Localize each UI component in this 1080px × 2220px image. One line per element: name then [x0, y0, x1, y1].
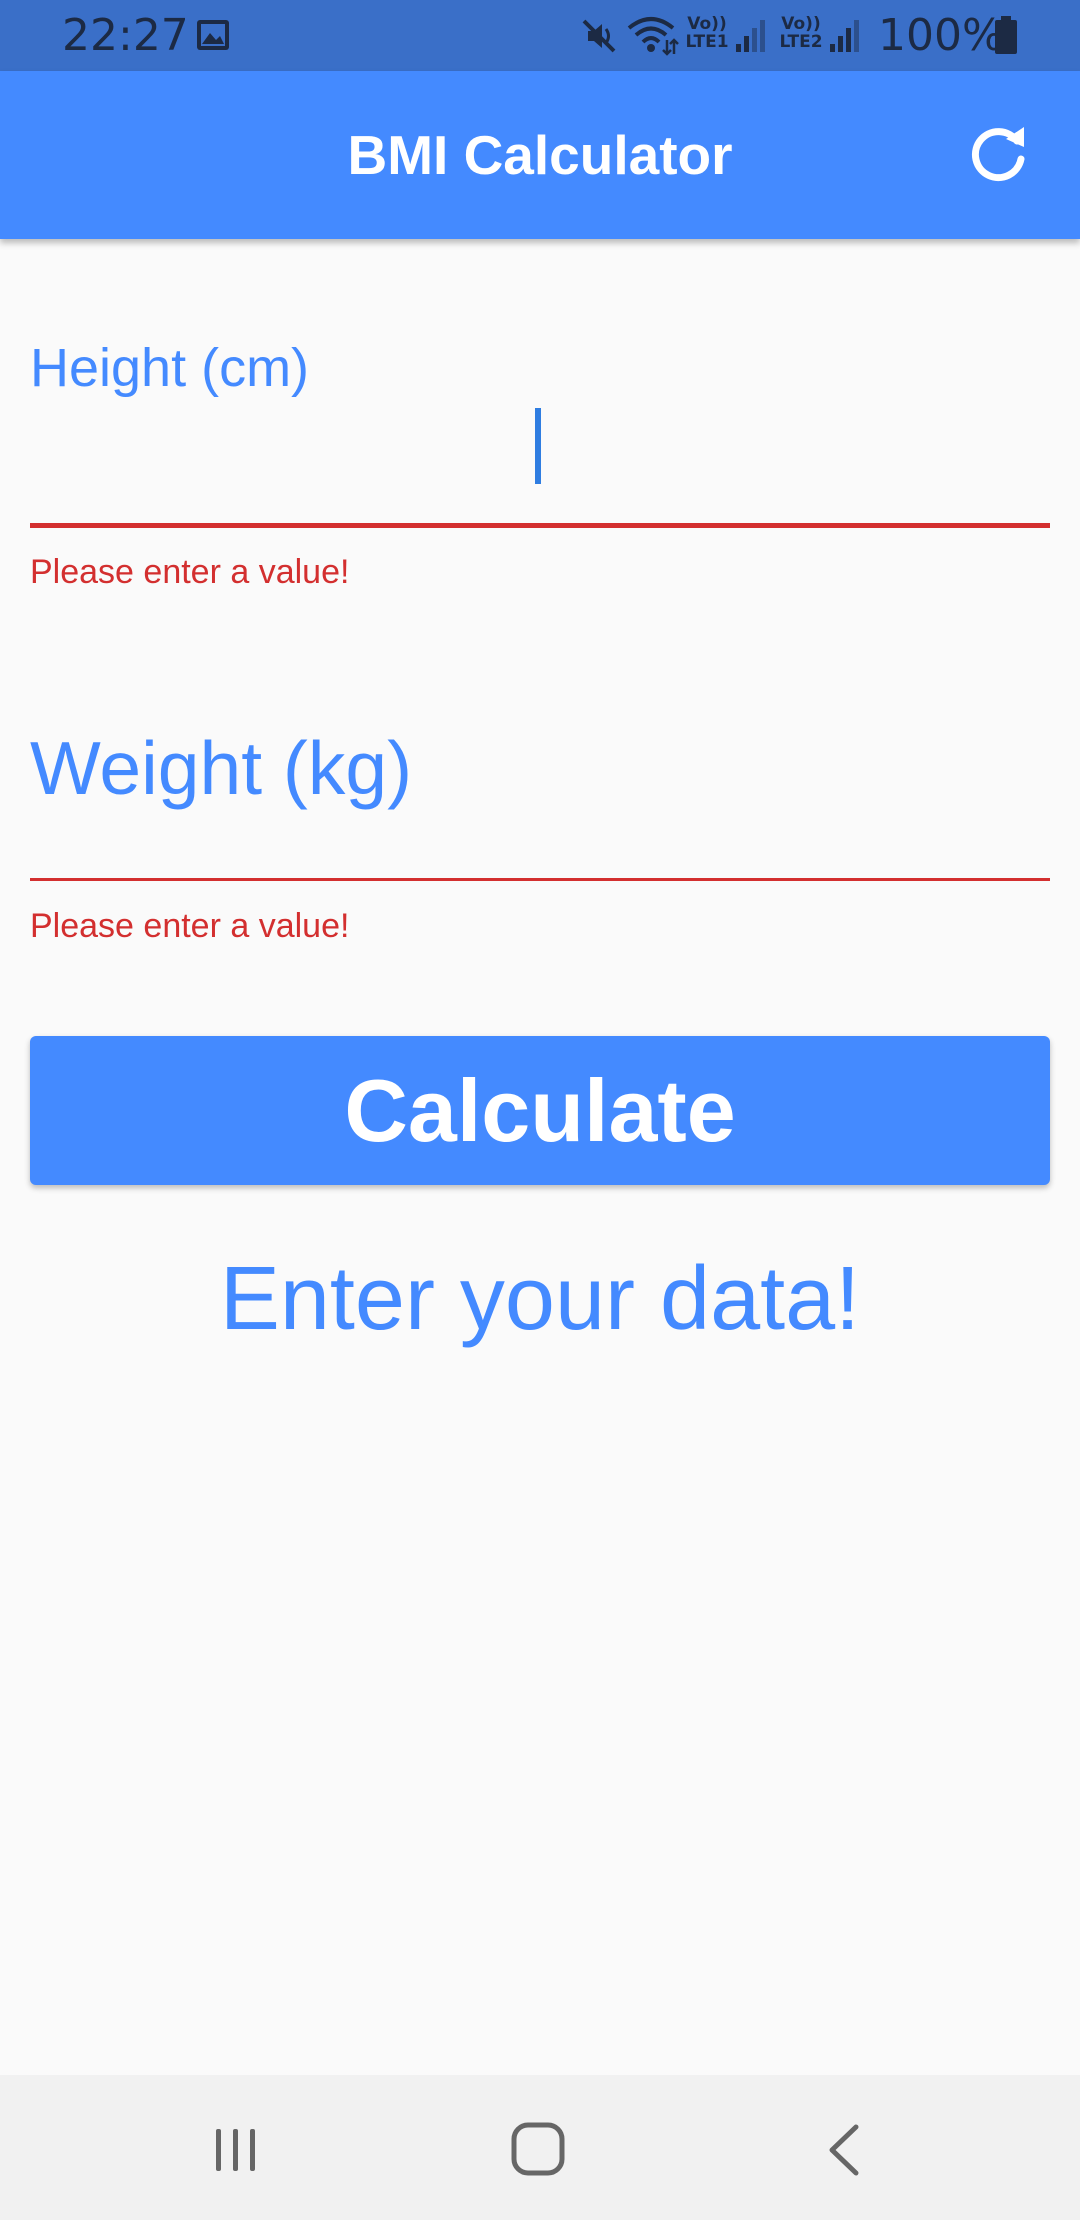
status-time: 22:27: [62, 10, 189, 61]
app-title: BMI Calculator: [347, 124, 733, 186]
nav-bar: [0, 2075, 1080, 2220]
weight-underline: [30, 878, 1050, 881]
calculate-button[interactable]: Calculate: [30, 1036, 1050, 1185]
wifi-icon: [627, 17, 679, 56]
recents-icon[interactable]: [210, 2125, 262, 2175]
refresh-icon[interactable]: [960, 117, 1036, 193]
height-label: Height (cm): [30, 338, 310, 398]
weight-error: Please enter a value!: [30, 907, 350, 945]
lte2-label: Vo)) LTE2: [779, 14, 823, 52]
battery-icon: [995, 16, 1017, 54]
screen: 22:27 Vo)) LTE1 Vo)) LTE2 100% BMI Calcu…: [0, 0, 1080, 2220]
battery-percent: 100%: [878, 10, 1004, 61]
height-underline: [30, 523, 1050, 528]
signal-icon: [736, 20, 765, 52]
text-cursor: [535, 408, 541, 484]
height-input[interactable]: [30, 400, 1050, 526]
height-error: Please enter a value!: [30, 553, 350, 591]
result-text: Enter your data!: [219, 1249, 861, 1349]
weight-label: Weight (kg): [30, 726, 413, 810]
back-icon[interactable]: [822, 2123, 866, 2177]
mute-icon: [582, 19, 616, 53]
lte1-label: Vo)) LTE1: [685, 14, 729, 52]
gallery-icon: [197, 20, 229, 50]
signal-icon: [830, 20, 859, 52]
status-bar: 22:27 Vo)) LTE1 Vo)) LTE2 100%: [0, 0, 1080, 71]
home-icon[interactable]: [510, 2121, 566, 2177]
app-bar: BMI Calculator: [0, 71, 1080, 239]
